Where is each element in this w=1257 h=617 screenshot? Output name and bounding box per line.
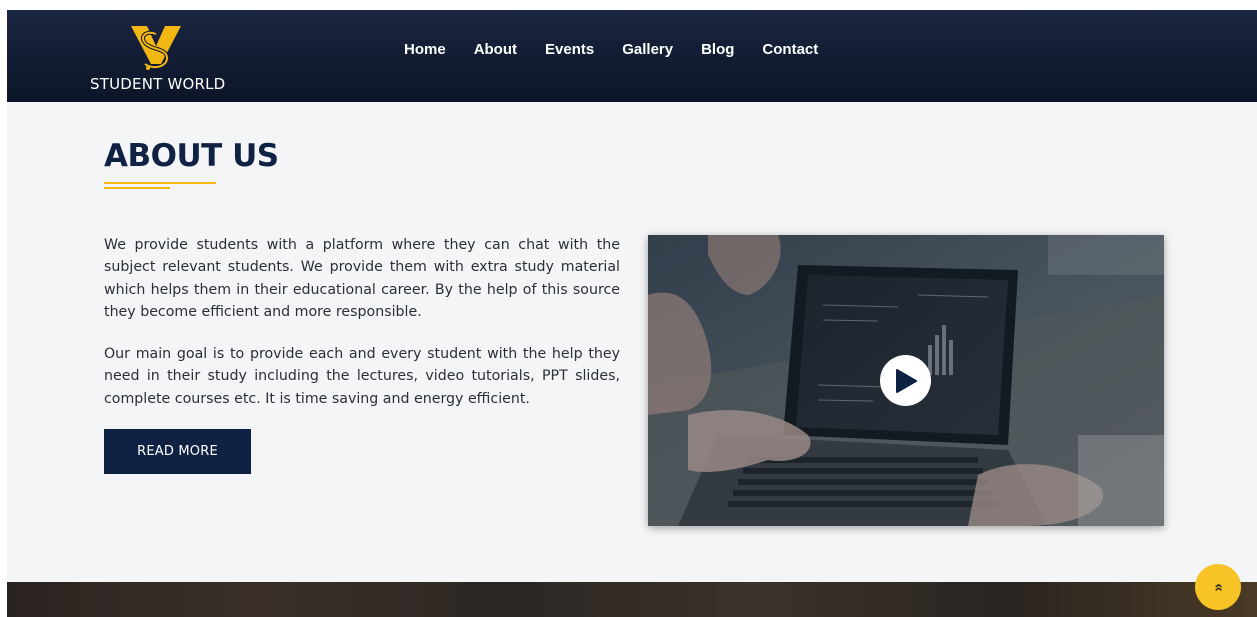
about-paragraph-2: Our main goal is to provide each and eve… [104,346,620,407]
scroll-to-top-button[interactable]: » [1195,564,1241,610]
nav-gallery[interactable]: Gallery [622,41,673,58]
about-paragraph-1: We provide students with a platform wher… [104,237,620,320]
brand-name: STUDENT WORLD [90,75,226,93]
nav-contact[interactable]: Contact [762,41,818,58]
read-more-button[interactable]: READ MORE [104,429,251,474]
main-nav: Home About Events Gallery Blog Contact [404,41,846,58]
nav-events[interactable]: Events [545,41,594,58]
sw-monogram-icon [131,26,181,70]
title-underline-short [104,187,170,189]
page-frame: STUDENT WORLD Home About Events Gallery … [7,10,1257,617]
site-header: STUDENT WORLD Home About Events Gallery … [7,10,1257,102]
next-section-banner [7,582,1257,617]
play-button[interactable] [880,355,931,406]
title-underline [104,182,216,184]
double-chevron-up-icon: » [1209,582,1227,592]
play-icon [895,368,917,393]
nav-home[interactable]: Home [404,41,446,58]
video-thumbnail[interactable] [648,235,1164,526]
section-title: ABOUT US [104,138,279,174]
nav-about[interactable]: About [474,41,517,58]
nav-blog[interactable]: Blog [701,41,734,58]
site-logo[interactable]: STUDENT WORLD [87,20,237,96]
